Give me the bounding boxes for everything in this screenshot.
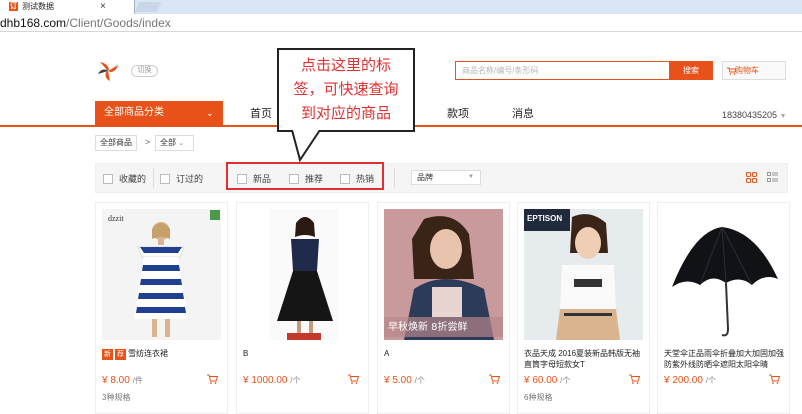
product-price: ¥ 8.00 /件 [102, 375, 143, 386]
dress-image-icon: dzzit [102, 209, 221, 340]
nav-home[interactable]: 首页 [250, 105, 272, 121]
browser-tab[interactable]: 订 测试数据 × [0, 0, 135, 14]
recommend-tag-badge: 荐 [115, 349, 126, 360]
tab-close-icon[interactable]: × [100, 0, 106, 13]
product-price: ¥ 60.00 /个 [524, 375, 571, 386]
callout-line: 到对应的商品 [300, 105, 391, 122]
add-to-cart-icon[interactable] [207, 374, 218, 384]
add-to-cart-icon[interactable] [769, 374, 780, 384]
address-bar[interactable]: dhb168.com/Client/Goods/index [0, 14, 802, 32]
product-price: ¥ 200.00 /个 [664, 375, 716, 386]
list-view-icon[interactable] [767, 172, 778, 183]
chevron-down-icon: ⌄ [178, 140, 185, 147]
image-brand-text: dzzit [108, 214, 124, 223]
callout-line: 签，可快速查询 [293, 81, 399, 98]
breadcrumb-root[interactable]: 全部商品 [95, 135, 137, 151]
product-image[interactable] [243, 209, 362, 340]
product-price: ¥ 1000.00 /个 [243, 375, 301, 386]
site-favicon-icon: 订 [9, 2, 18, 11]
cart-label: 购物车 [735, 66, 759, 75]
browser-tab-bar: 订 测试数据 × [0, 0, 802, 14]
product-spec-count: 6种规格 [524, 393, 553, 402]
product-name[interactable]: 新荐雪纺连衣裙 [102, 348, 222, 360]
filter-ordered[interactable]: 订过的 [160, 172, 203, 185]
product-image[interactable] [664, 209, 783, 340]
product-card[interactable]: B ¥ 1000.00 /个 [236, 202, 369, 414]
category-menu-button[interactable]: 全部商品分类 ⌄ [95, 101, 223, 127]
category-menu-label: 全部商品分类 [104, 107, 164, 118]
breadcrumb-current[interactable]: 全部 ⌄ [155, 135, 194, 151]
product-card[interactable]: EPTISON 衣品天成 2016夏装新品韩版无袖直筒字母短款女T ¥ 60.0… [517, 202, 650, 414]
new-tab-button[interactable] [134, 2, 162, 12]
product-name[interactable]: 天堂伞正品雨伞折叠加大加固加强防紫外线防晒伞遮阳太阳伞晴 [664, 348, 784, 370]
filter-divider [153, 168, 154, 188]
product-image[interactable]: 早秋焕新 8折尝鲜 [384, 209, 503, 340]
checkbox-icon[interactable] [160, 174, 170, 184]
search-button[interactable]: 搜索 [669, 61, 713, 80]
breadcrumb-separator: > [145, 137, 151, 147]
nav-messages[interactable]: 消息 [512, 105, 534, 121]
product-name[interactable]: A [384, 348, 504, 359]
grid-view-icon[interactable] [746, 172, 757, 183]
filter-divider [394, 168, 395, 188]
product-name[interactable]: B [243, 348, 363, 359]
image-brand-text: EPTISON [527, 214, 562, 223]
product-image[interactable]: EPTISON [524, 209, 643, 340]
product-spec-count: 3种规格 [102, 393, 131, 402]
checkbox-icon[interactable] [103, 174, 113, 184]
product-card[interactable]: 早秋焕新 8折尝鲜 A ¥ 5.00 /个 [377, 202, 510, 414]
product-name[interactable]: 衣品天成 2016夏装新品韩版无袖直筒字母短款女T [524, 348, 644, 370]
tab-title: 测试数据 [22, 2, 54, 11]
umbrella-image-icon [672, 226, 778, 337]
add-to-cart-icon[interactable] [489, 374, 500, 384]
filter-highlight-box [226, 162, 384, 190]
new-tag-badge: 新 [102, 349, 113, 360]
cart-button[interactable]: 购物车 [722, 61, 786, 80]
switch-button[interactable]: 切换 [131, 65, 158, 77]
callout-line: 点击这里的标 [300, 57, 391, 74]
chevron-down-icon: ⌄ [206, 108, 214, 118]
dress-image-icon [269, 209, 339, 340]
add-to-cart-icon[interactable] [348, 374, 359, 384]
tshirt-photo-icon: EPTISON [524, 209, 643, 340]
cart-icon [727, 67, 736, 75]
chevron-down-icon: ▼ [468, 174, 474, 180]
callout-annotation: 点击这里的标 签，可快速查询 到对应的商品 [277, 48, 415, 132]
product-card[interactable]: 天堂伞正品雨伞折叠加大加固加强防紫外线防晒伞遮阳太阳伞晴 ¥ 200.00 /个 [657, 202, 790, 414]
product-image[interactable]: dzzit [102, 209, 221, 340]
product-card[interactable]: dzzit 新荐雪纺连衣裙 ¥ 8.00 /件 3种规格 [95, 202, 228, 414]
product-price: ¥ 5.00 /个 [384, 375, 425, 386]
search-box [455, 61, 670, 80]
address-url[interactable]: dhb168.com/Client/Goods/index [0, 16, 171, 30]
callout-pointer [291, 130, 321, 163]
user-account-menu[interactable]: 18380435205 ▼ [722, 110, 787, 120]
promo-banner-text: 早秋焕新 8折尝鲜 [388, 320, 468, 333]
brand-logo-icon[interactable] [97, 60, 119, 82]
search-input[interactable] [456, 62, 669, 79]
filter-favorites[interactable]: 收藏的 [103, 172, 146, 185]
brand-select[interactable]: 品牌 ▼ [411, 170, 481, 185]
fashion-photo-icon: 早秋焕新 8折尝鲜 [384, 209, 503, 340]
add-to-cart-icon[interactable] [629, 374, 640, 384]
nav-payments[interactable]: 款项 [447, 105, 469, 121]
caret-down-icon: ▼ [779, 113, 787, 120]
